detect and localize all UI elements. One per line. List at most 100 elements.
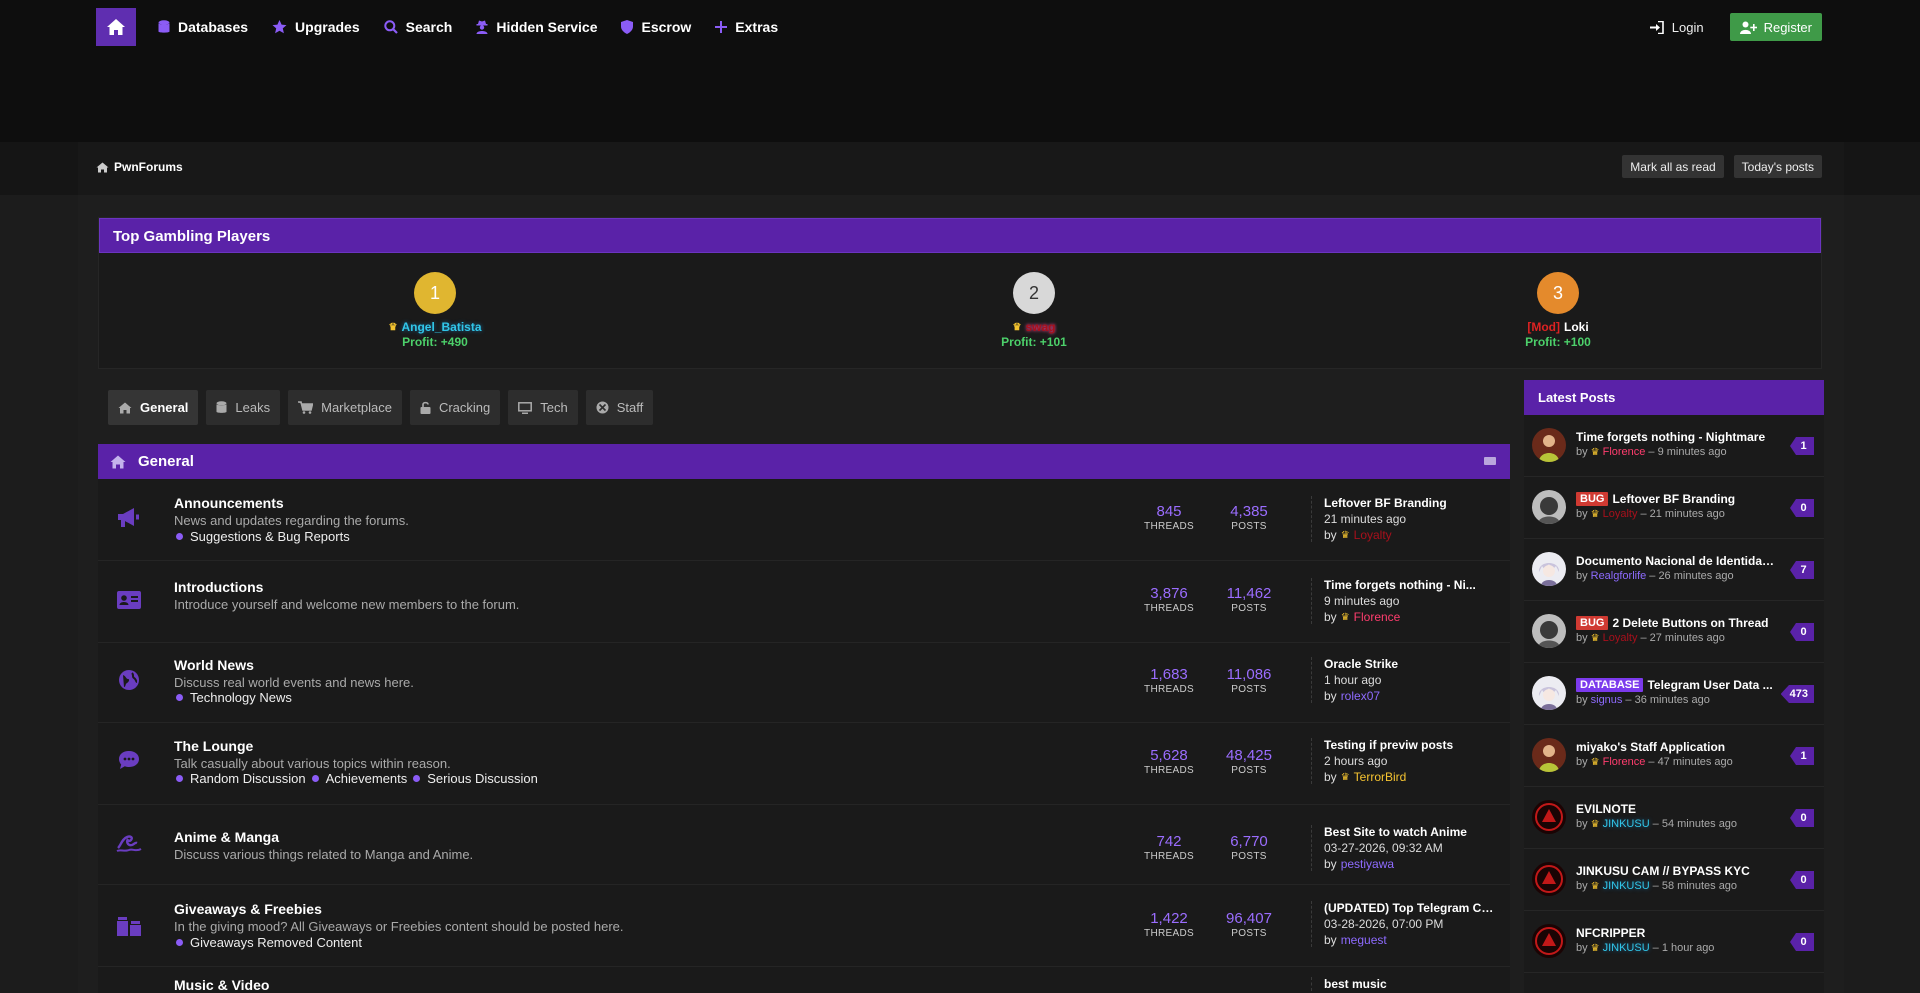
latest-post-item[interactable]: DATABASE Telegram User Data ... by signus –…: [1524, 663, 1824, 725]
crown-icon: ♛: [1340, 611, 1350, 623]
avatar[interactable]: [1532, 676, 1566, 710]
subforum-link[interactable]: Random Discussion: [190, 771, 306, 786]
last-post-title[interactable]: Leftover BF Branding: [1324, 496, 1496, 510]
player-name[interactable]: Angel_Batista: [401, 320, 481, 334]
post-title[interactable]: Leftover BF Branding: [1612, 492, 1735, 506]
forum-row[interactable]: Music & Video best music: [98, 967, 1510, 993]
subforum-link[interactable]: Achievements: [326, 771, 408, 786]
avatar[interactable]: [1532, 552, 1566, 586]
forum-title[interactable]: Music & Video: [174, 977, 269, 993]
latest-post-item[interactable]: JINKUSU CAM // BYPASS KYC by ♛ JINKUSU – 58…: [1524, 849, 1824, 911]
collapse-icon[interactable]: [1484, 457, 1496, 465]
last-post-title[interactable]: Oracle Strike: [1324, 657, 1496, 671]
top-gambling-panel: Top Gambling Players 1 ♛ Angel_Batista P…: [98, 217, 1822, 369]
post-user[interactable]: Loyalty: [1603, 508, 1638, 520]
avatar[interactable]: [1532, 924, 1566, 958]
tab-cracking[interactable]: Cracking: [409, 390, 501, 425]
post-title[interactable]: JINKUSU CAM // BYPASS KYC: [1576, 864, 1750, 878]
post-title[interactable]: Time forgets nothing - Nightmare: [1576, 430, 1765, 444]
nav-extras[interactable]: Extras: [715, 15, 778, 39]
avatar[interactable]: [1532, 614, 1566, 648]
latest-post-item[interactable]: BUG Leftover BF Branding by ♛ Loyalty – 21 m…: [1524, 477, 1824, 539]
subforum-link[interactable]: Serious Discussion: [427, 771, 538, 786]
avatar[interactable]: [1532, 490, 1566, 524]
tab-marketplace[interactable]: Marketplace: [288, 390, 402, 425]
post-user[interactable]: JINKUSU: [1603, 818, 1650, 830]
nav-hidden-service[interactable]: Hidden Service: [476, 15, 597, 39]
latest-post-item[interactable]: Documento Nacional de Identidad (... by R…: [1524, 539, 1824, 601]
forum-row[interactable]: Anime & Manga Discuss various things rel…: [98, 805, 1510, 885]
forum-row[interactable]: World News Discuss real world events and…: [98, 643, 1510, 723]
forum-title[interactable]: Anime & Manga: [174, 829, 279, 845]
post-user[interactable]: Realgforlife: [1591, 570, 1647, 582]
post-user[interactable]: Florence: [1603, 756, 1646, 768]
post-title[interactable]: 2 Delete Buttons on Thread: [1612, 616, 1768, 630]
post-title[interactable]: miyako's Staff Application: [1576, 740, 1725, 754]
last-post-user[interactable]: Florence: [1354, 610, 1401, 624]
home-icon: [118, 402, 132, 413]
forum-row[interactable]: The Lounge Talk casually about various t…: [98, 723, 1510, 805]
category-header[interactable]: General: [98, 444, 1510, 479]
forum-title[interactable]: World News: [174, 657, 254, 673]
player-name[interactable]: Loki: [1564, 320, 1589, 334]
forum-row[interactable]: Announcements News and updates regarding…: [98, 479, 1510, 561]
forum-title[interactable]: Introductions: [174, 579, 263, 595]
forum-title[interactable]: Giveaways & Freebies: [174, 901, 322, 917]
last-post-user[interactable]: meguest: [1341, 933, 1387, 947]
subforum-link[interactable]: Giveaways Removed Content: [190, 935, 362, 950]
player-name[interactable]: swag: [1025, 320, 1055, 334]
last-post-time: 2 hours ago: [1324, 754, 1388, 768]
last-post-title[interactable]: Testing if previw posts: [1324, 738, 1496, 752]
post-title[interactable]: EVILNOTE: [1576, 802, 1636, 816]
post-title[interactable]: Telegram User Data ...: [1647, 678, 1772, 692]
avatar[interactable]: [1532, 800, 1566, 834]
forum-row[interactable]: Giveaways & Freebies In the giving mood?…: [98, 885, 1510, 967]
post-user[interactable]: Florence: [1603, 446, 1646, 458]
latest-post-item[interactable]: NFCRIPPER by ♛ JINKUSU – 1 hour ago 0: [1524, 911, 1824, 973]
avatar[interactable]: [1532, 862, 1566, 896]
forum-title[interactable]: Announcements: [174, 495, 284, 511]
post-user[interactable]: Loyalty: [1603, 632, 1638, 644]
tab-general[interactable]: General: [108, 390, 199, 425]
latest-post-item[interactable]: EVILNOTE by ♛ JINKUSU – 54 minutes ago 0: [1524, 787, 1824, 849]
nav-escrow[interactable]: Escrow: [621, 15, 691, 39]
post-title[interactable]: NFCRIPPER: [1576, 926, 1645, 940]
tab-leaks[interactable]: Leaks: [206, 390, 281, 425]
last-post-user[interactable]: TerrorBird: [1354, 770, 1407, 784]
breadcrumb[interactable]: PwnForums: [96, 160, 183, 174]
tab-tech[interactable]: Tech: [508, 390, 578, 425]
crown-icon: ♛: [1012, 321, 1022, 333]
nav-databases[interactable]: Databases: [158, 15, 248, 39]
post-user[interactable]: JINKUSU: [1603, 880, 1650, 892]
cart-icon: [298, 401, 314, 414]
nav-search[interactable]: Search: [383, 15, 452, 39]
subforum-link[interactable]: Technology News: [190, 690, 292, 705]
user-secret-icon: [476, 20, 488, 34]
post-user[interactable]: JINKUSU: [1603, 942, 1650, 954]
login-link[interactable]: Login: [1649, 20, 1704, 35]
last-post-user[interactable]: pestiyawa: [1341, 857, 1394, 871]
latest-post-item[interactable]: miyako's Staff Application by ♛ Florence – …: [1524, 725, 1824, 787]
last-post-user[interactable]: rolex07: [1341, 689, 1380, 703]
home-button[interactable]: [96, 8, 136, 46]
forum-title[interactable]: The Lounge: [174, 738, 253, 754]
mark-all-read-button[interactable]: Mark all as read: [1622, 155, 1724, 178]
bug-prefix-tag: BUG: [1576, 616, 1609, 630]
subforum-link[interactable]: Suggestions & Bug Reports: [190, 529, 350, 544]
last-post-title[interactable]: Time forgets nothing - Ni...: [1324, 578, 1496, 592]
last-post-title[interactable]: Best Site to watch Anime: [1324, 825, 1496, 839]
last-post-title[interactable]: (UPDATED) Top Telegram Ch...: [1324, 901, 1496, 915]
nav-upgrades[interactable]: Upgrades: [272, 15, 360, 39]
todays-posts-button[interactable]: Today's posts: [1733, 155, 1822, 178]
avatar[interactable]: [1532, 738, 1566, 772]
forum-row[interactable]: Introductions Introduce yourself and wel…: [98, 561, 1510, 643]
tab-staff[interactable]: Staff: [585, 390, 654, 425]
last-post-title[interactable]: best music: [1324, 977, 1496, 991]
latest-post-item[interactable]: BUG 2 Delete Buttons on Thread by ♛ Loyalty…: [1524, 601, 1824, 663]
register-button[interactable]: Register: [1729, 13, 1822, 41]
latest-post-item[interactable]: Time forgets nothing - Nightmare by ♛ Flor…: [1524, 415, 1824, 477]
post-title[interactable]: Documento Nacional de Identidad (...: [1576, 554, 1781, 568]
last-post-user[interactable]: Loyalty: [1354, 528, 1392, 542]
post-user[interactable]: signus: [1591, 694, 1623, 706]
avatar[interactable]: [1532, 428, 1566, 462]
